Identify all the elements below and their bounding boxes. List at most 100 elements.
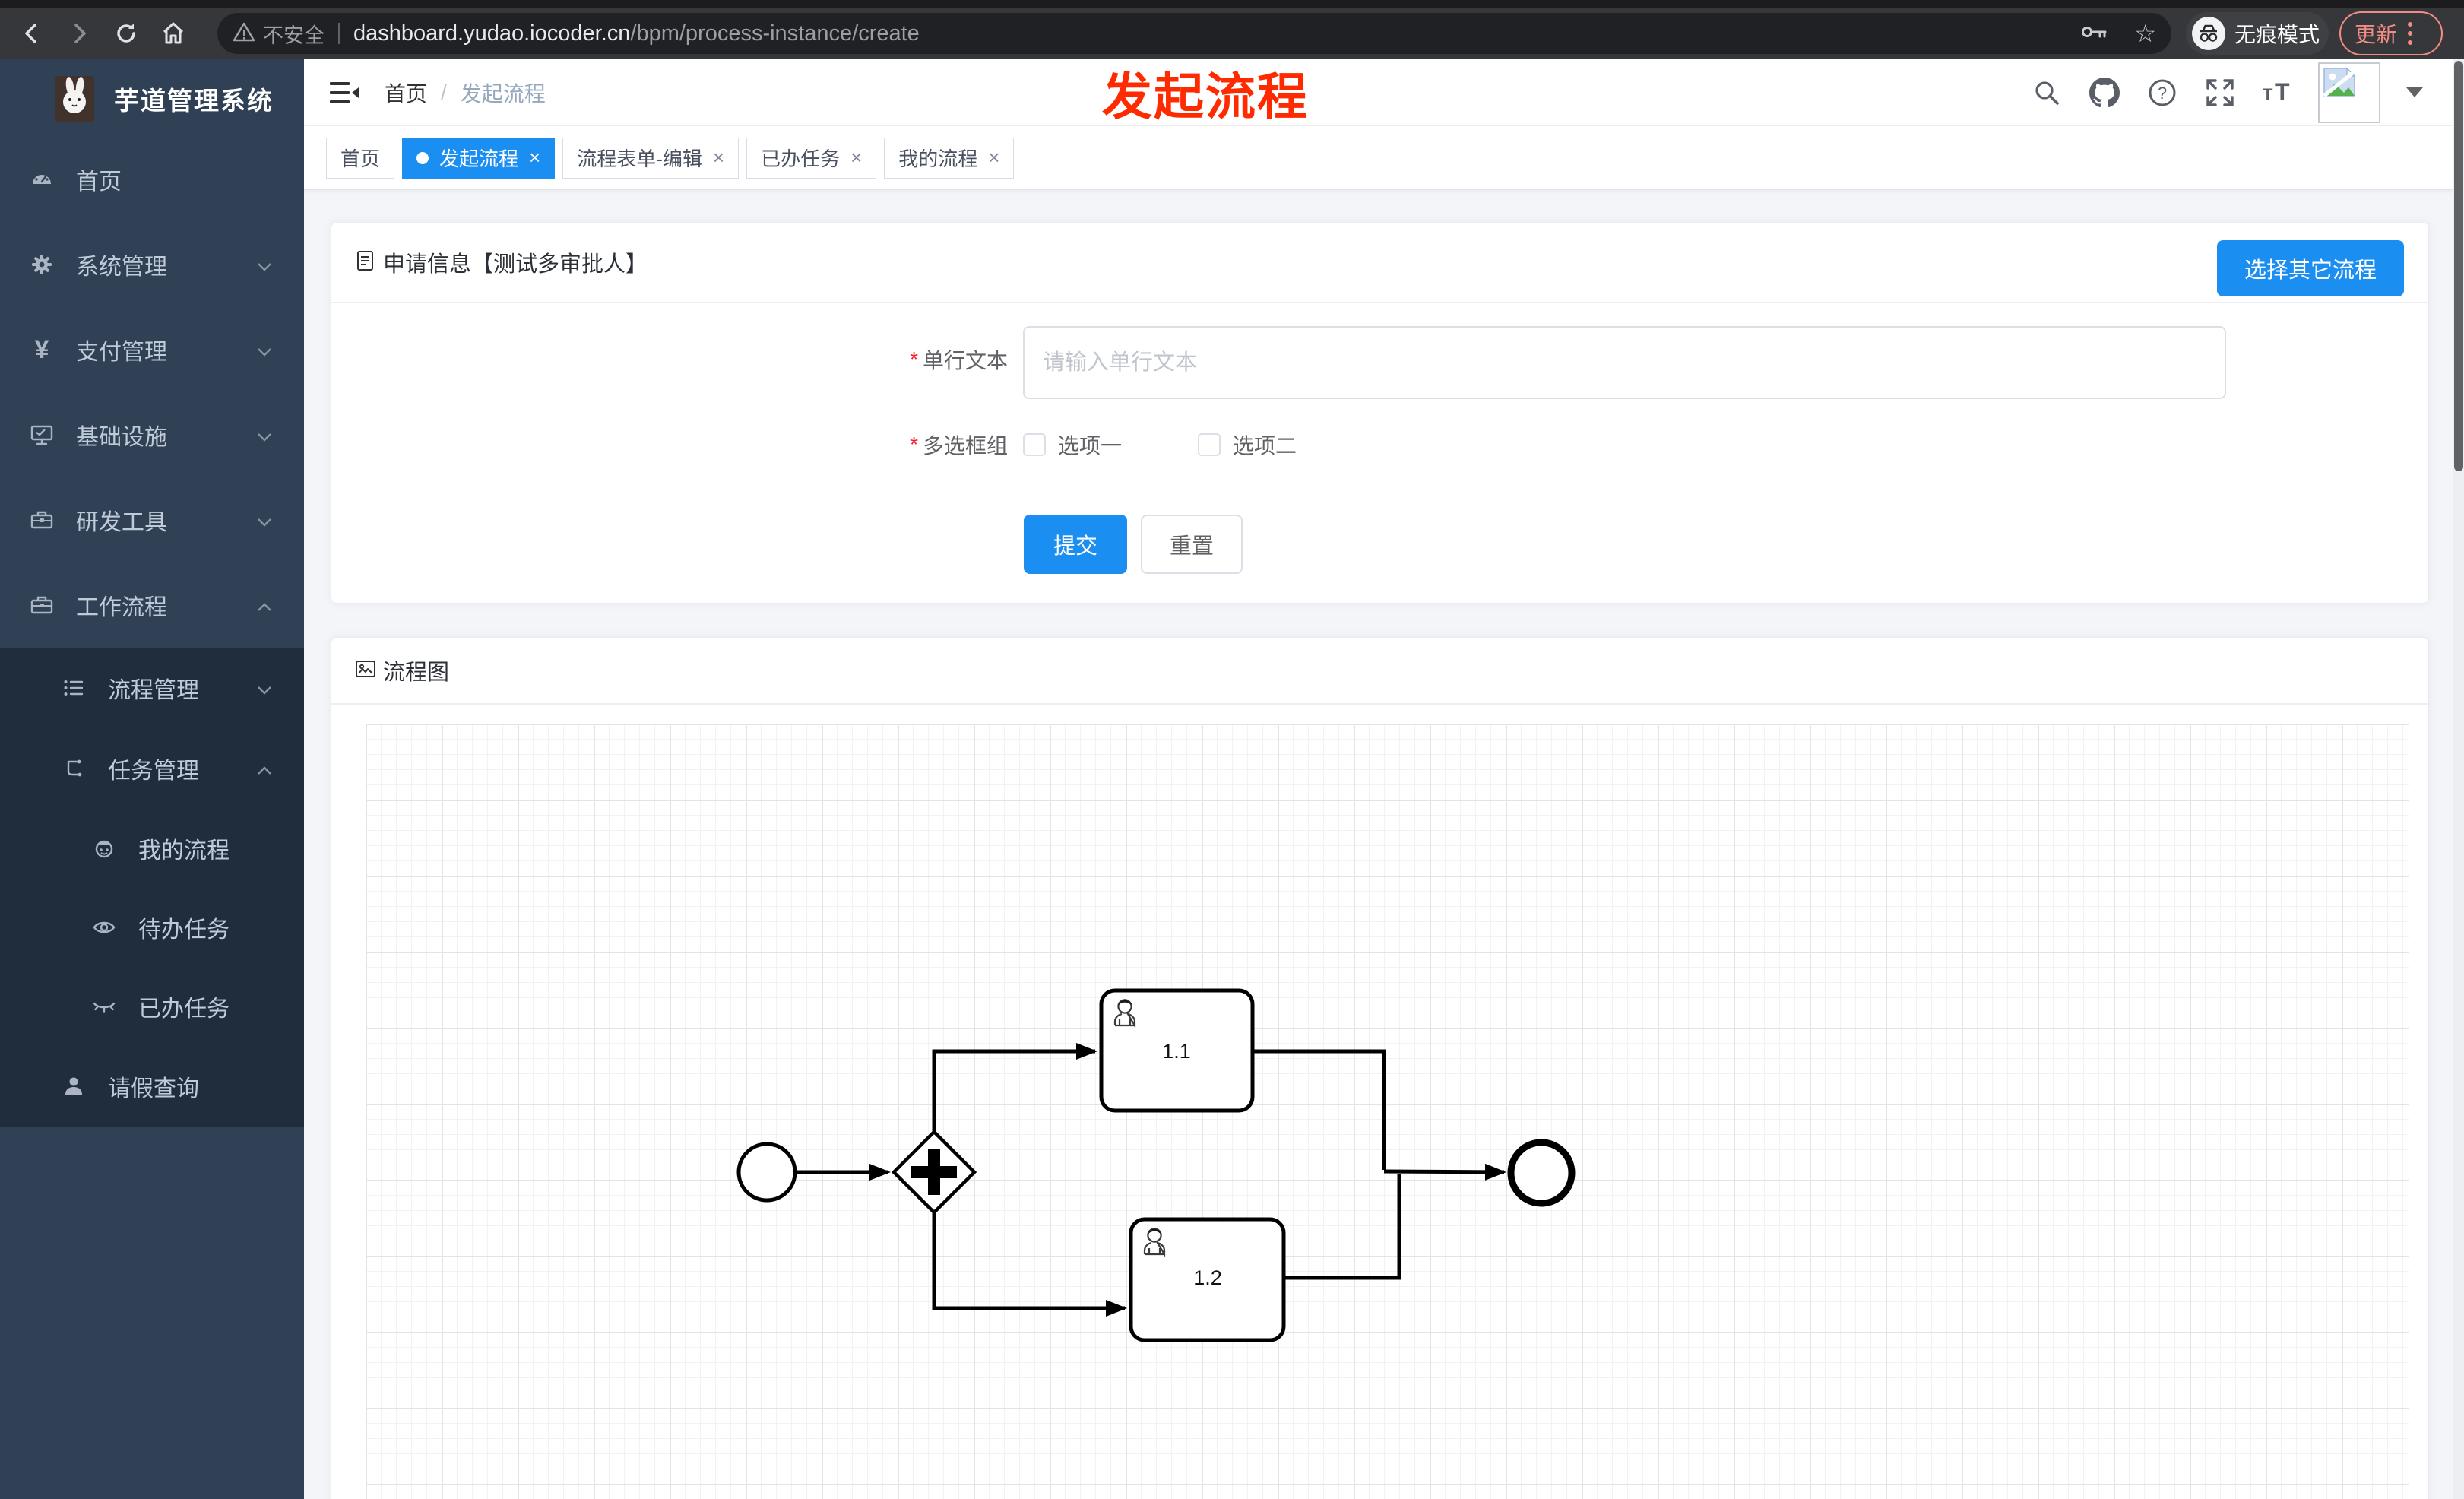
sidebar-item-home[interactable]: 首页 <box>0 137 304 222</box>
gear-icon <box>30 253 53 276</box>
fullscreen-icon[interactable] <box>2203 75 2238 110</box>
tab-start-process[interactable]: 发起流程 × <box>402 137 556 179</box>
parallel-gateway-node <box>891 1129 977 1215</box>
tab-home[interactable]: 首页 <box>326 137 395 179</box>
reset-button[interactable]: 重置 <box>1141 515 1243 574</box>
sidebar-item-done-tasks[interactable]: 已办任务 <box>0 967 304 1046</box>
broken-image-icon <box>2323 66 2356 97</box>
start-event-node <box>736 1142 797 1203</box>
sidebar-item-process-mgmt[interactable]: 流程管理 <box>0 648 304 728</box>
task-label: 1.1 <box>1162 1040 1191 1063</box>
breadcrumb-home[interactable]: 首页 <box>385 78 427 108</box>
svg-text:?: ? <box>2158 84 2167 103</box>
help-icon[interactable]: ? <box>2145 75 2180 110</box>
chevron-down-icon <box>257 507 272 533</box>
yen-icon: ¥ <box>34 334 49 364</box>
sidebar-item-task-mgmt[interactable]: 任务管理 <box>0 728 304 809</box>
close-icon[interactable]: × <box>529 146 540 170</box>
sidebar-item-todo-tasks[interactable]: 待办任务 <box>0 888 304 967</box>
process-diagram-card: 流程图 1.1 1.2 <box>331 637 2429 1499</box>
sidebar-item-workflow[interactable]: 工作流程 <box>0 563 304 648</box>
branch-icon <box>62 757 85 780</box>
checkbox-label-1: 选项一 <box>1058 434 1123 458</box>
task-label: 1.2 <box>1193 1266 1222 1289</box>
sidebar-item-devtools[interactable]: 研发工具 <box>0 477 304 563</box>
checkbox-option-1[interactable] <box>1023 433 1046 456</box>
required-asterisk: * <box>910 433 918 456</box>
font-size-icon[interactable]: TT <box>2260 75 2295 110</box>
sidebar: 芋道管理系统 首页 系统管理 ¥ 支付管理 基础设施 研发工具 工作流程 流程管… <box>0 59 304 1499</box>
sidebar-fold-icon[interactable] <box>330 81 360 105</box>
url-text: dashboard.yudao.iocoder.cn/bpm/process-i… <box>353 21 920 46</box>
person-icon <box>62 1075 85 1098</box>
svg-text:T: T <box>2275 78 2290 106</box>
tags-view-bar: 首页 发起流程 × 流程表单-编辑 × 已办任务 × 我的流程 × <box>304 126 2453 190</box>
chrome-update-button[interactable]: 更新 <box>2339 11 2443 55</box>
active-dot <box>416 151 429 164</box>
card-title: 申请信息【测试多审批人】 <box>383 252 648 277</box>
home-icon[interactable] <box>158 18 188 49</box>
app-header: 首页 / 发起流程 ? TT <box>304 59 2453 126</box>
page-scrollbar[interactable] <box>2453 59 2464 1499</box>
closed-eye-icon <box>93 995 116 1018</box>
chrome-menu-icon[interactable] <box>2408 22 2413 45</box>
user-task-node-1-1: 1.1 <box>1099 988 1255 1113</box>
choose-other-process-button[interactable]: 选择其它流程 <box>2216 240 2404 296</box>
tab-done-tasks[interactable]: 已办任务 × <box>746 137 877 179</box>
close-icon[interactable]: × <box>850 146 862 170</box>
avatar[interactable] <box>2318 62 2380 123</box>
sidebar-item-system[interactable]: 系统管理 <box>0 222 304 307</box>
close-icon[interactable]: × <box>713 146 724 170</box>
bpmn-canvas[interactable]: 1.1 1.2 <box>366 724 2409 1499</box>
breadcrumb-current: 发起流程 <box>460 81 546 106</box>
workflow-submenu: 流程管理 任务管理 我的流程 待办任务 已办任务 请假查询 <box>0 648 304 1127</box>
browser-tab-strip <box>0 0 2464 8</box>
app-title: 芋道管理系统 <box>114 87 274 115</box>
incognito-label: 无痕模式 <box>2234 23 2320 46</box>
single-line-text-input[interactable] <box>1023 326 2226 399</box>
end-event-node <box>1507 1139 1576 1207</box>
robot-face-icon <box>93 837 116 860</box>
github-icon[interactable] <box>2087 75 2122 110</box>
required-asterisk: * <box>910 347 918 371</box>
forward-icon[interactable] <box>64 18 94 49</box>
reload-icon[interactable] <box>111 18 141 49</box>
user-task-node-1-2: 1.2 <box>1129 1217 1286 1342</box>
field-label-checkbox-group: 多选框组 <box>922 434 1008 458</box>
toolbox-icon <box>30 509 53 531</box>
sidebar-item-infra[interactable]: 基础设施 <box>0 392 304 477</box>
field-label-text: 单行文本 <box>922 349 1008 372</box>
password-key-icon[interactable] <box>2081 22 2108 46</box>
list-tree-icon <box>62 677 85 699</box>
checkbox-option-2[interactable] <box>1198 433 1221 456</box>
incognito-icon <box>2192 17 2225 50</box>
app-logo-row[interactable]: 芋道管理系统 <box>0 59 304 137</box>
tab-my-process[interactable]: 我的流程 × <box>884 137 1015 179</box>
chevron-down-icon <box>257 337 272 363</box>
sidebar-item-payment[interactable]: ¥ 支付管理 <box>0 307 304 392</box>
back-icon[interactable] <box>17 18 47 49</box>
chevron-up-icon <box>257 592 272 618</box>
submit-button[interactable]: 提交 <box>1024 515 1127 574</box>
checkbox-label-2: 选项二 <box>1233 434 1297 458</box>
close-icon[interactable]: × <box>988 146 999 170</box>
screenshot-annotation: 发起流程 <box>1102 68 1309 125</box>
sidebar-item-leave-query[interactable]: 请假查询 <box>0 1046 304 1127</box>
url-bar[interactable]: 不安全 dashboard.yudao.iocoder.cn/bpm/proce… <box>217 13 2171 54</box>
tab-form-edit[interactable]: 流程表单-编辑 × <box>562 137 740 179</box>
url-separator <box>338 23 340 44</box>
security-label: 不安全 <box>263 24 325 47</box>
chevron-down-icon <box>257 252 272 277</box>
chevron-down-icon <box>257 675 272 701</box>
toolbox-icon <box>30 594 53 616</box>
sidebar-item-my-process[interactable]: 我的流程 <box>0 809 304 888</box>
eye-icon <box>93 916 116 939</box>
scrollbar-thumb[interactable] <box>2454 61 2463 471</box>
not-secure-icon <box>233 21 255 46</box>
card-title: 流程图 <box>383 661 450 685</box>
browser-toolbar: 不安全 dashboard.yudao.iocoder.cn/bpm/proce… <box>0 8 2464 59</box>
app-logo <box>55 76 94 122</box>
avatar-caret-icon[interactable] <box>2406 87 2423 97</box>
bookmark-star-icon[interactable]: ☆ <box>2134 21 2156 46</box>
search-icon[interactable] <box>2029 75 2064 110</box>
